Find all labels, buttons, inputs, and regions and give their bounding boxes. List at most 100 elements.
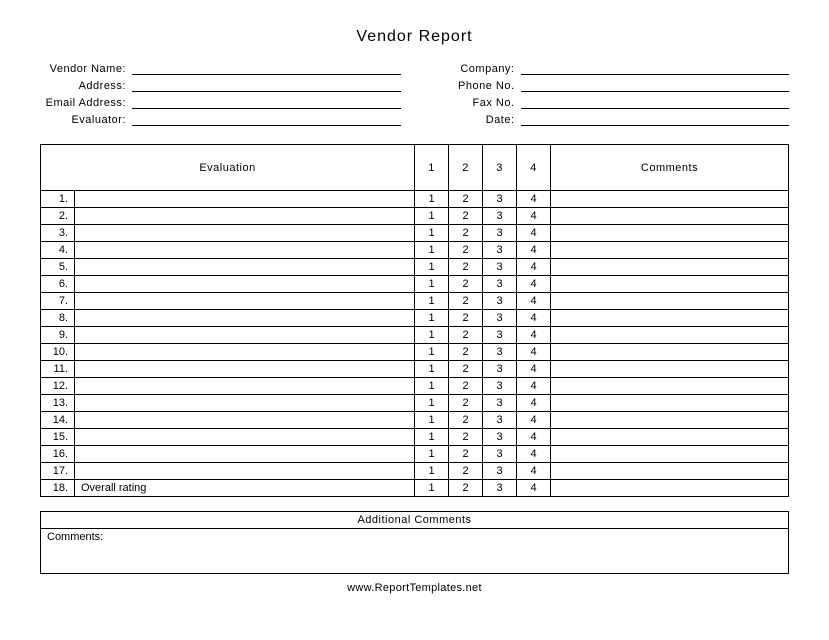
rating-4[interactable]: 4 [517,446,551,463]
row-comment[interactable] [551,310,789,327]
rating-1[interactable]: 1 [415,480,449,497]
row-label[interactable] [75,225,415,242]
rating-2[interactable]: 2 [449,276,483,293]
rating-4[interactable]: 4 [517,225,551,242]
row-comment[interactable] [551,361,789,378]
rating-4[interactable]: 4 [517,429,551,446]
row-label[interactable] [75,293,415,310]
rating-1[interactable]: 1 [415,310,449,327]
row-comment[interactable] [551,293,789,310]
input-fax[interactable] [521,95,790,109]
rating-4[interactable]: 4 [517,259,551,276]
rating-1[interactable]: 1 [415,412,449,429]
row-label[interactable] [75,259,415,276]
row-label[interactable] [75,395,415,412]
rating-4[interactable]: 4 [517,242,551,259]
rating-4[interactable]: 4 [517,412,551,429]
rating-3[interactable]: 3 [483,361,517,378]
row-comment[interactable] [551,327,789,344]
rating-1[interactable]: 1 [415,344,449,361]
additional-comments-body[interactable]: Comments: [41,529,788,573]
input-phone[interactable] [521,78,790,92]
rating-3[interactable]: 3 [483,344,517,361]
rating-2[interactable]: 2 [449,327,483,344]
rating-4[interactable]: 4 [517,378,551,395]
row-label[interactable] [75,208,415,225]
rating-2[interactable]: 2 [449,463,483,480]
rating-4[interactable]: 4 [517,463,551,480]
rating-3[interactable]: 3 [483,327,517,344]
rating-4[interactable]: 4 [517,276,551,293]
rating-2[interactable]: 2 [449,259,483,276]
rating-3[interactable]: 3 [483,480,517,497]
rating-2[interactable]: 2 [449,225,483,242]
rating-2[interactable]: 2 [449,344,483,361]
rating-3[interactable]: 3 [483,378,517,395]
row-comment[interactable] [551,208,789,225]
row-label[interactable] [75,310,415,327]
rating-3[interactable]: 3 [483,225,517,242]
rating-4[interactable]: 4 [517,395,551,412]
rating-3[interactable]: 3 [483,395,517,412]
rating-2[interactable]: 2 [449,361,483,378]
rating-1[interactable]: 1 [415,276,449,293]
rating-3[interactable]: 3 [483,208,517,225]
input-company[interactable] [521,61,790,75]
row-comment[interactable] [551,276,789,293]
rating-2[interactable]: 2 [449,412,483,429]
row-label[interactable] [75,344,415,361]
row-label[interactable] [75,191,415,208]
rating-1[interactable]: 1 [415,429,449,446]
rating-3[interactable]: 3 [483,429,517,446]
row-label[interactable] [75,412,415,429]
rating-1[interactable]: 1 [415,361,449,378]
rating-1[interactable]: 1 [415,378,449,395]
rating-4[interactable]: 4 [517,480,551,497]
rating-1[interactable]: 1 [415,395,449,412]
row-comment[interactable] [551,446,789,463]
input-evaluator[interactable] [132,112,401,126]
row-comment[interactable] [551,412,789,429]
rating-4[interactable]: 4 [517,208,551,225]
rating-4[interactable]: 4 [517,191,551,208]
input-email[interactable] [132,95,401,109]
rating-4[interactable]: 4 [517,310,551,327]
row-comment[interactable] [551,259,789,276]
rating-4[interactable]: 4 [517,361,551,378]
rating-3[interactable]: 3 [483,412,517,429]
row-comment[interactable] [551,480,789,497]
row-label[interactable] [75,361,415,378]
row-comment[interactable] [551,344,789,361]
rating-2[interactable]: 2 [449,310,483,327]
row-comment[interactable] [551,429,789,446]
input-date[interactable] [521,112,790,126]
rating-4[interactable]: 4 [517,327,551,344]
rating-1[interactable]: 1 [415,191,449,208]
rating-2[interactable]: 2 [449,480,483,497]
rating-3[interactable]: 3 [483,242,517,259]
input-address[interactable] [132,78,401,92]
rating-3[interactable]: 3 [483,463,517,480]
rating-1[interactable]: 1 [415,327,449,344]
row-label[interactable] [75,276,415,293]
row-comment[interactable] [551,191,789,208]
rating-3[interactable]: 3 [483,310,517,327]
rating-4[interactable]: 4 [517,293,551,310]
row-comment[interactable] [551,463,789,480]
rating-2[interactable]: 2 [449,191,483,208]
row-label[interactable] [75,463,415,480]
rating-2[interactable]: 2 [449,446,483,463]
rating-2[interactable]: 2 [449,378,483,395]
rating-1[interactable]: 1 [415,242,449,259]
row-label[interactable] [75,446,415,463]
rating-1[interactable]: 1 [415,446,449,463]
rating-3[interactable]: 3 [483,446,517,463]
rating-3[interactable]: 3 [483,276,517,293]
row-comment[interactable] [551,395,789,412]
rating-2[interactable]: 2 [449,293,483,310]
row-label[interactable] [75,429,415,446]
rating-1[interactable]: 1 [415,293,449,310]
row-label[interactable] [75,327,415,344]
rating-1[interactable]: 1 [415,259,449,276]
rating-3[interactable]: 3 [483,259,517,276]
